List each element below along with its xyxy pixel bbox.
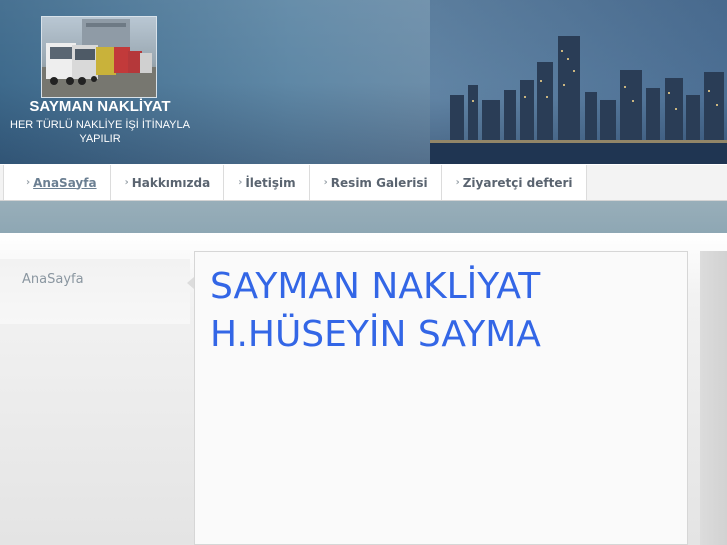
nav-item-resim-galerisi[interactable]: › Resim Galerisi bbox=[309, 165, 442, 200]
nav-item-label: Hakkımızda bbox=[131, 175, 211, 190]
sidebar-item-anasayfa[interactable] bbox=[0, 259, 190, 324]
active-pointer-icon bbox=[187, 277, 194, 289]
chevron-right-icon: › bbox=[455, 177, 460, 188]
site-slogan: HER TÜRLÜ NAKLİYE İŞİ İTİNAYLA YAPILIR bbox=[10, 119, 190, 145]
city-skyline-image bbox=[430, 0, 727, 164]
nav-item-label: Resim Galerisi bbox=[330, 175, 428, 190]
chevron-right-icon: › bbox=[323, 177, 328, 188]
site-header: SAYMAN NAKLİYAT HER TÜRLÜ NAKLİYE İŞİ İT… bbox=[0, 0, 727, 164]
header-band bbox=[0, 201, 727, 233]
content-heading-line: H.HÜSEYİN SAYMA bbox=[210, 314, 541, 355]
nav-list: › AnaSayfa › Hakkımızda › İletişim › Res… bbox=[3, 165, 587, 200]
main-nav: › AnaSayfa › Hakkımızda › İletişim › Res… bbox=[0, 164, 727, 201]
main-content: SAYMAN NAKLİYAT H.HÜSEYİN SAYMA bbox=[194, 251, 688, 545]
nav-item-label: AnaSayfa bbox=[33, 175, 97, 190]
nav-item-ziyaretci-defteri[interactable]: › Ziyaretçi defteri bbox=[441, 165, 587, 200]
chevron-right-icon: › bbox=[124, 177, 129, 188]
chevron-right-icon: › bbox=[26, 177, 31, 188]
content-heading-line: SAYMAN NAKLİYAT bbox=[210, 266, 541, 307]
logo-trucks-image bbox=[41, 16, 157, 98]
nav-item-hakkimizda[interactable]: › Hakkımızda bbox=[110, 165, 225, 200]
nav-item-anasayfa[interactable]: › AnaSayfa bbox=[4, 165, 111, 200]
nav-item-iletisim[interactable]: › İletişim bbox=[224, 165, 310, 200]
sidebar-item-label[interactable]: AnaSayfa bbox=[22, 272, 84, 287]
site-title: SAYMAN NAKLİYAT bbox=[29, 98, 171, 115]
nav-item-label: İletişim bbox=[245, 175, 296, 190]
nav-item-label: Ziyaretçi defteri bbox=[462, 175, 573, 190]
right-column-shade bbox=[700, 251, 727, 545]
chevron-right-icon: › bbox=[238, 177, 243, 188]
